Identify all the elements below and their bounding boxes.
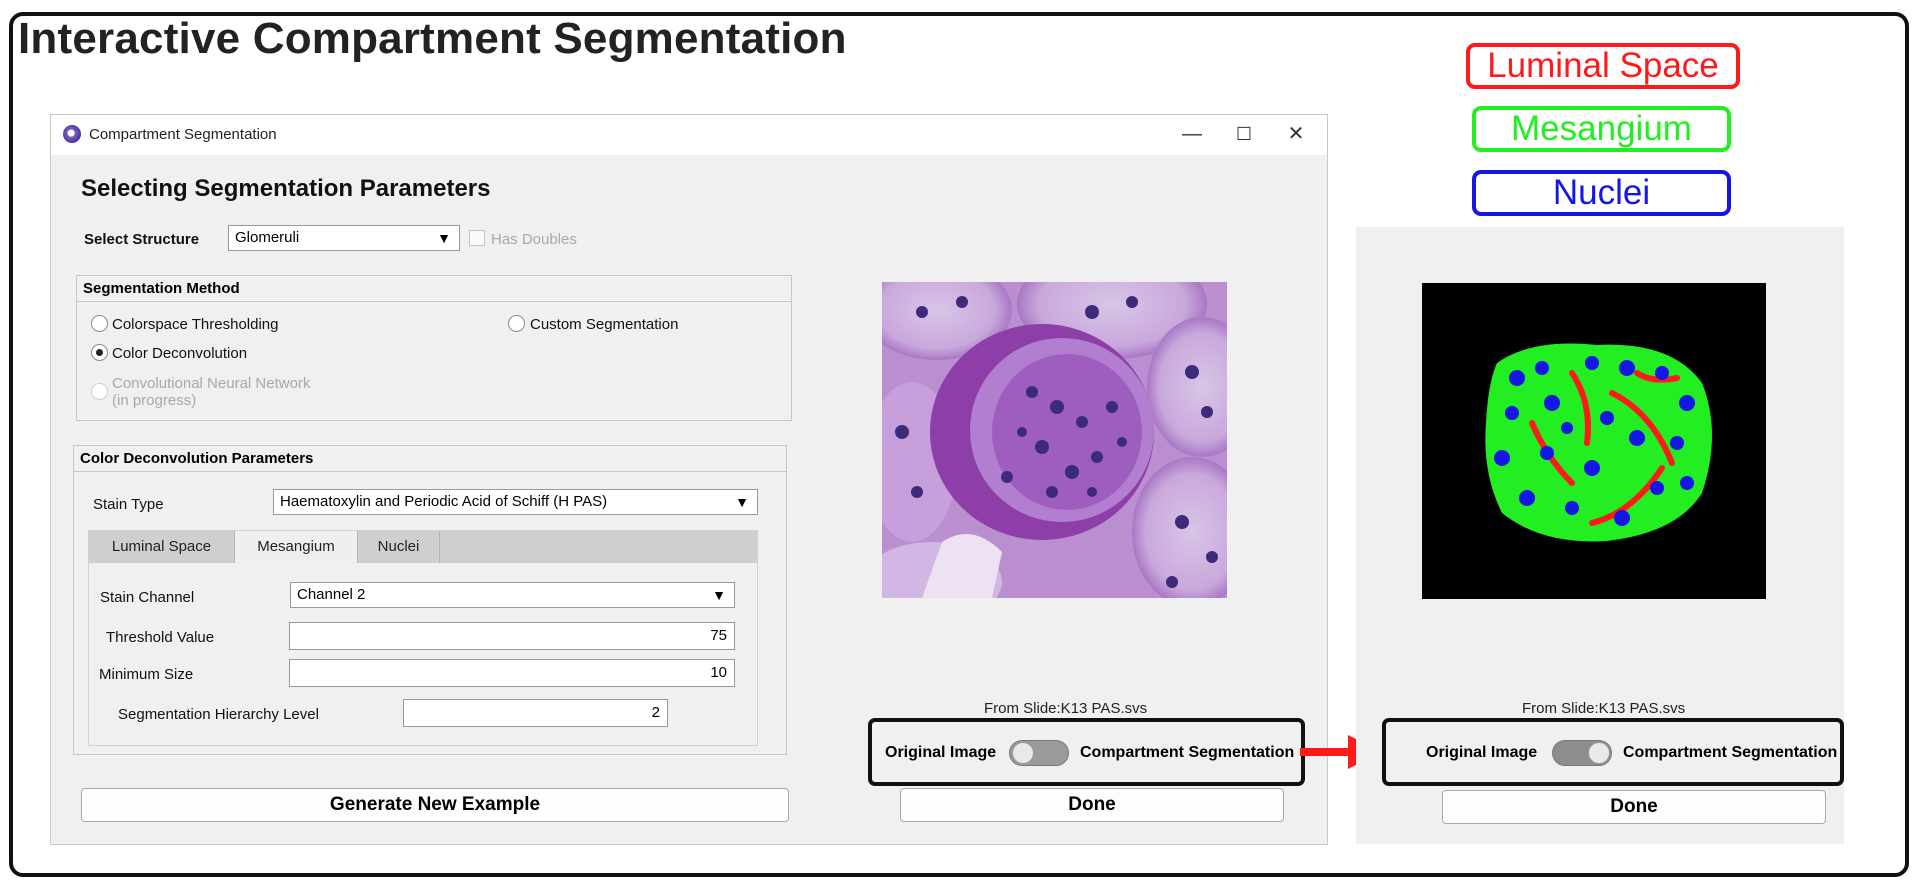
segmentation-result-panel: From Slide:K13 PAS.svs Original Image Co… [1356, 227, 1844, 844]
radio-colorspace-thresholding[interactable] [91, 315, 108, 332]
radio-colorspace-thresholding-label: Colorspace Thresholding [112, 316, 279, 333]
hierarchy-level-label: Segmentation Hierarchy Level [118, 706, 319, 723]
segmentation-result-image [1422, 283, 1766, 599]
legend-luminal-space: Luminal Space [1466, 43, 1740, 89]
view-toggle-group: Original Image Compartment Segmentation [868, 718, 1305, 786]
radio-cnn[interactable] [91, 383, 108, 400]
chevron-down-icon: ▼ [437, 230, 451, 246]
result-slide-caption: From Slide:K13 PAS.svs [1522, 700, 1686, 717]
radio-custom-segmentation[interactable] [508, 315, 525, 332]
compartment-segmentation-window: Compartment Segmentation — ☐ ✕ Selecting… [50, 114, 1328, 845]
segmentation-method-title: Segmentation Method [77, 276, 791, 302]
color-deconvolution-title: Color Deconvolution Parameters [74, 446, 786, 472]
slide-caption: From Slide:K13 PAS.svs [984, 700, 1148, 717]
radio-color-deconvolution-label: Color Deconvolution [112, 345, 248, 362]
stain-channel-select[interactable]: Channel 2 ▼ [290, 582, 735, 608]
stain-channel-label: Stain Channel [100, 589, 195, 606]
result-done-button[interactable]: Done [1442, 790, 1826, 824]
legend-mesangium: Mesangium [1472, 106, 1731, 152]
figure-title: Interactive Compartment Segmentation [18, 14, 847, 63]
result-view-toggle-group: Original Image Compartment Segmentation [1382, 718, 1844, 786]
result-toggle-knob [1588, 742, 1610, 764]
maximize-icon[interactable]: ☐ [1221, 119, 1267, 149]
window-title: Compartment Segmentation [89, 126, 277, 143]
toggle-knob [1012, 742, 1034, 764]
view-toggle-switch[interactable] [1009, 740, 1069, 766]
result-toggle-original-label: Original Image [1426, 744, 1538, 761]
select-structure-label: Select Structure [84, 231, 200, 248]
tab-mesangium[interactable]: Mesangium [235, 531, 358, 563]
result-view-toggle-switch[interactable] [1552, 740, 1612, 766]
radio-cnn-label: Convolutional Neural Network [112, 375, 311, 392]
stain-type-select-value: Haematoxylin and Periodic Acid of Schiff… [280, 493, 608, 510]
has-doubles-checkbox[interactable] [469, 230, 485, 246]
generate-new-example-button[interactable]: Generate New Example [81, 788, 789, 822]
app-logo-icon [63, 125, 81, 143]
color-deconvolution-group: Color Deconvolution Parameters Stain Typ… [73, 445, 787, 755]
legend-nuclei: Nuclei [1472, 170, 1731, 216]
chevron-down-icon: ▼ [712, 587, 726, 603]
has-doubles-label: Has Doubles [491, 231, 577, 248]
minimum-size-label: Minimum Size [99, 666, 194, 683]
done-button[interactable]: Done [900, 788, 1284, 822]
toggle-segmentation-label: Compartment Segmentation [1080, 744, 1295, 761]
stain-channel-select-value: Channel 2 [297, 586, 366, 603]
original-image-preview [882, 282, 1227, 598]
stain-type-select[interactable]: Haematoxylin and Periodic Acid of Schiff… [273, 489, 758, 515]
hierarchy-level-input[interactable]: 2 [403, 699, 668, 727]
result-toggle-segmentation-label: Compartment Segmentation [1623, 744, 1838, 761]
segmentation-method-group: Segmentation Method Colorspace Threshold… [76, 275, 792, 421]
window-titlebar[interactable]: Compartment Segmentation — ☐ ✕ [51, 115, 1327, 155]
minimum-size-input[interactable]: 10 [289, 659, 735, 687]
radio-color-deconvolution[interactable] [91, 344, 108, 361]
parameters-heading: Selecting Segmentation Parameters [81, 175, 491, 202]
threshold-value-label: Threshold Value [106, 629, 215, 646]
close-icon[interactable]: ✕ [1273, 119, 1319, 149]
channel-tab-strip: Luminal Space Mesangium Nuclei [89, 531, 757, 563]
structure-select[interactable]: Glomeruli ▼ [228, 225, 460, 251]
radio-custom-segmentation-label: Custom Segmentation [530, 316, 679, 333]
minimize-icon[interactable]: — [1169, 119, 1215, 149]
structure-select-value: Glomeruli [235, 229, 300, 246]
channel-tab-panel: Luminal Space Mesangium Nuclei Stain Cha… [88, 530, 758, 746]
tab-luminal-space[interactable]: Luminal Space [89, 531, 235, 563]
tab-nuclei[interactable]: Nuclei [358, 531, 440, 563]
radio-cnn-sublabel: (in progress) [112, 392, 197, 409]
chevron-down-icon: ▼ [735, 494, 749, 510]
threshold-value-input[interactable]: 75 [289, 622, 735, 650]
toggle-original-label: Original Image [885, 744, 997, 761]
stain-type-label: Stain Type [93, 496, 164, 513]
